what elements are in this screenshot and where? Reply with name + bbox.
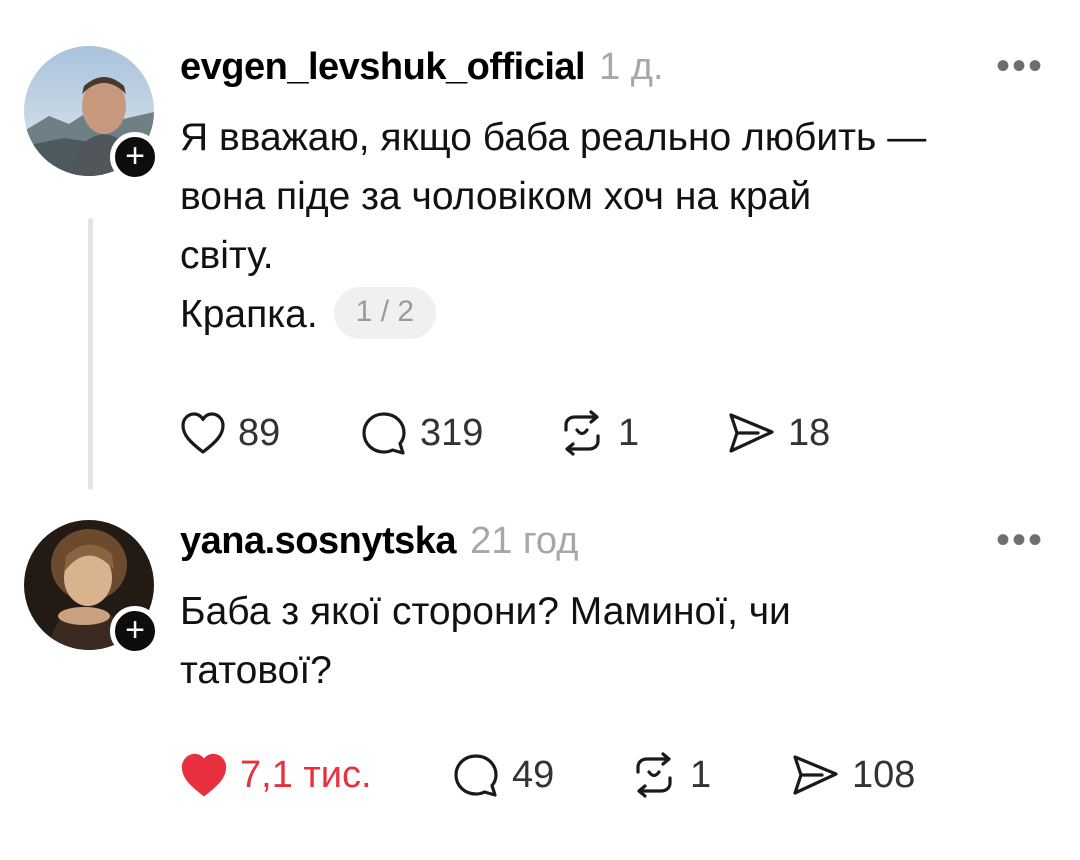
thread-connector-line [88,218,93,490]
share-button[interactable]: 108 [790,752,915,798]
post-text: Я вважаю, якщо баба реально любить — вон… [180,108,1044,344]
repost-count: 1 [618,411,640,454]
repost-button[interactable]: 1 [558,410,726,456]
repost-count: 1 [690,753,712,796]
repost-button[interactable]: 1 [630,752,790,798]
comment-bubble-icon [362,412,406,455]
thread-post: + evgen_levshuk_official 1 д. ••• Я вваж… [0,0,1080,500]
repost-icon [564,410,600,456]
username[interactable]: evgen_levshuk_official [180,46,586,89]
thread-post: + yana.sosnytska 21 год ••• Баба з якої … [0,500,1080,860]
more-options-icon[interactable]: ••• [996,46,1044,86]
plus-icon: + [125,136,145,175]
send-icon [729,413,774,453]
username[interactable]: yana.sosnytska [180,520,457,563]
post-text-line: татової? [180,649,332,692]
comment-button[interactable]: 49 [452,752,630,798]
action-bar: 7,1 тис. 49 1 108 [180,752,915,798]
post-time: 1 д. [599,46,664,88]
share-count: 108 [852,753,916,796]
post-content: evgen_levshuk_official 1 д. ••• Я вважаю… [180,46,1044,344]
send-icon [793,755,838,795]
comment-count: 319 [420,411,484,454]
post-header: yana.sosnytska 21 год [180,520,1044,580]
comment-bubble-icon [454,754,498,797]
share-button[interactable]: 18 [726,410,830,456]
like-count: 89 [238,411,281,454]
comment-button[interactable]: 319 [360,410,558,456]
post-header: evgen_levshuk_official 1 д. [180,46,1044,106]
like-button[interactable]: 7,1 тис. [180,752,452,798]
post-text-line: світу. [180,234,274,277]
follow-plus-button[interactable]: + [110,606,160,656]
post-text-last-line: Крапка. 1 / 2 [180,285,1044,344]
avatar-container[interactable]: + [24,46,160,182]
heart-icon [181,412,225,454]
post-text-line: Крапка. [180,293,318,336]
post-text-line: Я вважаю, якщо баба реально любить — [180,116,927,159]
post-text-line: вона піде за чоловіком хоч на край [180,175,812,218]
repost-icon [636,752,672,798]
post-content: yana.sosnytska 21 год ••• Баба з якої ст… [180,520,1044,700]
comment-count: 49 [512,753,555,796]
follow-plus-button[interactable]: + [110,132,160,182]
like-button[interactable]: 89 [180,411,360,455]
like-count: 7,1 тис. [240,753,372,796]
post-text-line: Баба з якої сторони? Маминої, чи [180,590,791,633]
action-bar: 89 319 1 18 [180,410,830,456]
heart-filled-icon [181,753,227,797]
avatar-container[interactable]: + [24,520,160,656]
share-count: 18 [788,411,831,454]
more-options-icon[interactable]: ••• [996,520,1044,560]
plus-icon: + [125,610,145,649]
post-text: Баба з якої сторони? Маминої, чи татової… [180,582,1044,700]
page-indicator[interactable]: 1 / 2 [333,286,437,339]
post-time: 21 год [470,520,579,562]
